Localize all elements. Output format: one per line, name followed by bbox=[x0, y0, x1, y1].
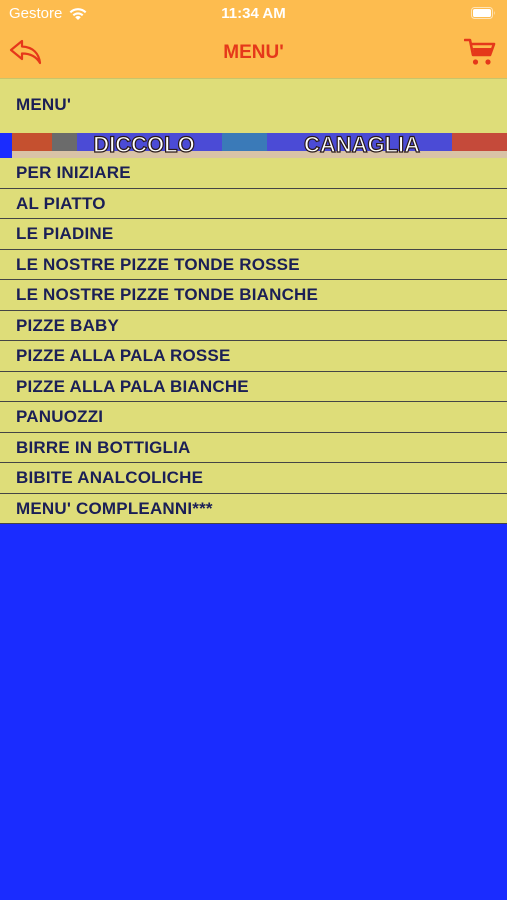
menu-item-label: AL PIATTO bbox=[16, 193, 106, 213]
menu-item-menu-compleanni[interactable]: MENU' COMPLEANNI*** bbox=[0, 493, 507, 524]
menu-item-label: PANUOZZI bbox=[16, 407, 104, 426]
menu-item-al-piatto[interactable]: AL PIATTO bbox=[0, 188, 507, 219]
battery-icon bbox=[471, 7, 495, 19]
svg-text:CANAGLIA: CANAGLIA bbox=[304, 133, 420, 157]
menu-item-label: LE NOSTRE PIZZE TONDE ROSSE bbox=[16, 254, 300, 274]
section-header: MENU' bbox=[0, 78, 507, 133]
menu-item-label: LE PIADINE bbox=[16, 224, 114, 243]
svg-text:DICCOLO: DICCOLO bbox=[93, 133, 194, 157]
menu-item-per-iniziare[interactable]: PER INIZIARE bbox=[0, 158, 507, 189]
menu-item-bibite-analcoliche[interactable]: BIBITE ANALCOLICHE bbox=[0, 463, 507, 494]
section-title: MENU' bbox=[16, 95, 72, 114]
menu-item-label: PER INIZIARE bbox=[16, 163, 131, 182]
banner-image: DICCOLO CANAGLIA bbox=[12, 133, 507, 158]
menu-item-pizze-tonde-bianche[interactable]: LE NOSTRE PIZZE TONDE BIANCHE bbox=[0, 280, 507, 311]
menu-item-label: LE NOSTRE PIZZE TONDE BIANCHE bbox=[16, 285, 319, 304]
page-title: MENU' bbox=[223, 42, 284, 63]
menu-item-label: PIZZE BABY bbox=[16, 315, 120, 335]
menu-item-le-piadine[interactable]: LE PIADINE bbox=[0, 219, 507, 250]
menu-list: PER INIZIARE AL PIATTO LE PIADINE LE NOS… bbox=[0, 158, 507, 524]
menu-item-pizze-pala-rosse[interactable]: PIZZE ALLA PALA ROSSE bbox=[0, 341, 507, 372]
status-bar: Gestore 11:34 AM bbox=[0, 0, 507, 28]
menu-item-birre-in-bottiglia[interactable]: BIRRE IN BOTTIGLIA bbox=[0, 432, 507, 463]
menu-item-label: BIRRE IN BOTTIGLIA bbox=[16, 437, 191, 457]
menu-item-pizze-tonde-rosse[interactable]: LE NOSTRE PIZZE TONDE ROSSE bbox=[0, 249, 507, 280]
menu-item-label: MENU' COMPLEANNI*** bbox=[16, 498, 213, 518]
navigation-bar: MENU' bbox=[0, 28, 507, 78]
menu-item-panuozzi[interactable]: PANUOZZI bbox=[0, 402, 507, 433]
menu-item-label: BIBITE ANALCOLICHE bbox=[16, 468, 204, 487]
menu-item-pizze-baby[interactable]: PIZZE BABY bbox=[0, 310, 507, 341]
shopping-cart-icon[interactable] bbox=[464, 37, 496, 67]
top-bar: Gestore 11:34 AM MENU' bbox=[0, 0, 507, 78]
menu-item-pizze-pala-bianche[interactable]: PIZZE ALLA PALA BIANCHE bbox=[0, 371, 507, 402]
banner-logo: DICCOLO CANAGLIA bbox=[12, 133, 507, 158]
menu-item-label: PIZZE ALLA PALA ROSSE bbox=[16, 346, 231, 365]
menu-item-label: PIZZE ALLA PALA BIANCHE bbox=[16, 376, 249, 396]
clock: 11:34 AM bbox=[221, 5, 286, 22]
